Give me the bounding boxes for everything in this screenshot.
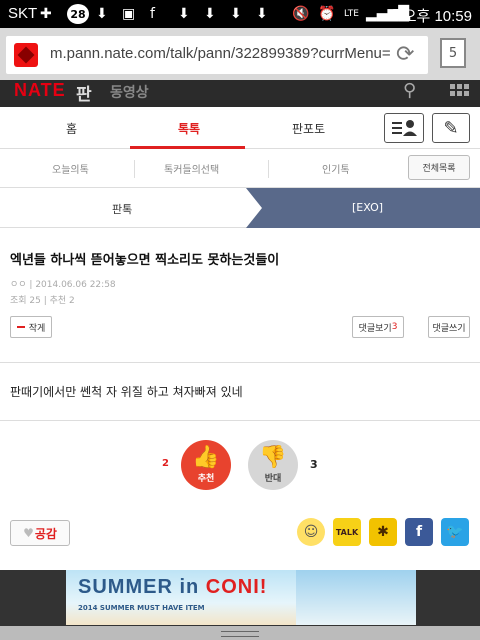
minus-icon <box>16 326 25 328</box>
site-header: NATE 판 동영상 ⚲ <box>0 80 480 107</box>
pencil-icon: ✎ <box>443 117 459 139</box>
write-button[interactable]: ✎ <box>432 113 470 143</box>
alarm-icon: ⏰ <box>318 6 336 22</box>
like-label: 공감 <box>34 526 57 541</box>
divider <box>134 160 135 178</box>
tab-talkers-choice[interactable]: 톡커들의선택 <box>164 161 219 176</box>
video-link[interactable]: 동영상 <box>110 82 149 102</box>
downvote-button[interactable]: 👎 반대 <box>248 440 298 490</box>
search-icon[interactable]: ⚲ <box>403 80 416 101</box>
font-size-button[interactable]: 작게 <box>10 316 52 338</box>
heart-icon: ♥ <box>23 526 34 540</box>
upvote-count: 2 <box>162 458 169 469</box>
lte-icon: LTE <box>344 9 359 19</box>
status-bar: SKT ✚ 28 ⬇ ▣ f ⬇ ⬇ ⬇ ⬇ 🔇 ⏰ LTE ▂▄▆█ ▯ 오후… <box>0 0 480 28</box>
thumbs-down-icon: 👎 <box>259 444 287 470</box>
twitter-share-icon[interactable]: 🐦 <box>441 518 469 546</box>
comment-count: 3 <box>391 322 398 332</box>
divider <box>268 160 269 178</box>
download-icon: ⬇ <box>204 6 216 22</box>
image-icon: ▣ <box>122 6 136 22</box>
ad-banner[interactable]: SUMMER in CONI! 2014 SUMMER MUST HAVE IT… <box>66 570 416 625</box>
tab-popular-talk[interactable]: 인기톡 <box>322 161 350 176</box>
kakaostory-share-icon[interactable]: ✱ <box>369 518 397 546</box>
reload-icon[interactable]: ⟳ <box>396 42 414 67</box>
view-comments-label: 댓글보기 <box>358 323 392 334</box>
sub-nav: 오늘의톡 톡커들의선택 인기톡 전체목록 <box>0 150 480 188</box>
plus-notification-icon: ✚ <box>40 6 52 22</box>
all-list-button[interactable]: 전체목록 <box>408 155 470 180</box>
post-stats: 조회 25 | 추천 2 <box>10 296 75 306</box>
emoticon-share-icon[interactable]: ☺ <box>297 518 325 546</box>
post-author-date: ㅇㅇ | 2014.06.06 22:58 <box>10 280 116 290</box>
grid-menu-icon[interactable] <box>450 84 469 102</box>
view-comments-button[interactable]: 댓글보기 3 <box>352 316 404 338</box>
pann-link[interactable]: 판 <box>76 80 92 105</box>
user-list-icon <box>392 120 417 136</box>
main-nav: 홈 톡톡 판포토 ✎ <box>0 107 480 149</box>
facebook-share-icon[interactable]: f <box>405 518 433 546</box>
thumbs-up-icon: 👍 <box>192 444 220 470</box>
ad-title: SUMMER in CONI! <box>78 576 267 599</box>
battery-icon: ▯ <box>392 6 400 22</box>
url-text[interactable]: m.pann.nate.com/talk/pann/322899389?curr… <box>50 45 390 62</box>
like-button[interactable]: ♥ 공감 <box>10 520 70 546</box>
upvote-label: 추천 <box>197 473 215 484</box>
drag-handle[interactable] <box>0 626 480 640</box>
nate-logo[interactable]: NATE <box>14 80 66 101</box>
divider <box>0 420 480 421</box>
carrier-label: SKT <box>8 5 38 22</box>
font-size-label: 작게 <box>28 323 46 334</box>
notification-count-badge: 28 <box>67 4 89 24</box>
divider <box>0 362 480 363</box>
breadcrumb-exo[interactable]: [EXO] <box>352 201 383 214</box>
downvote-count: 3 <box>310 458 318 471</box>
active-tab-indicator <box>130 146 245 149</box>
mute-icon: 🔇 <box>292 6 310 22</box>
browser-address-bar: m.pann.nate.com/talk/pann/322899389?curr… <box>0 28 480 80</box>
tab-talk[interactable]: 톡톡 <box>178 120 200 137</box>
profile-button[interactable] <box>384 113 424 143</box>
tab-pann-photo[interactable]: 판포토 <box>292 120 325 137</box>
facebook-icon: f <box>150 6 155 22</box>
download-icon: ⬇ <box>230 6 242 22</box>
download-icon: ⬇ <box>96 6 108 22</box>
ad-subtitle: 2014 SUMMER MUST HAVE ITEM <box>78 604 205 612</box>
url-field[interactable]: m.pann.nate.com/talk/pann/322899389?curr… <box>6 36 428 74</box>
site-favicon-icon <box>14 43 38 67</box>
downvote-label: 반대 <box>264 473 282 484</box>
clock: 오후 10:59 <box>402 8 472 25</box>
download-icon: ⬇ <box>256 6 268 22</box>
tab-home[interactable]: 홈 <box>66 120 77 137</box>
ad-photo <box>296 570 416 625</box>
tab-switcher-button[interactable]: 5 <box>440 38 466 68</box>
breadcrumb-pann-talk[interactable]: 판톡 <box>112 201 132 217</box>
ad-title-prefix: SUMMER in <box>78 576 206 598</box>
post-body: 판때기에서만 쎈척 자 위질 하고 쳐자빠져 있네 <box>10 385 243 399</box>
tab-today-talk[interactable]: 오늘의톡 <box>52 161 89 176</box>
ad-title-highlight: CONI! <box>205 576 268 598</box>
write-comment-button[interactable]: 댓글쓰기 <box>428 316 470 338</box>
upvote-button[interactable]: 👍 추천 <box>181 440 231 490</box>
download-icon: ⬇ <box>178 6 190 22</box>
kakaotalk-share-icon[interactable]: TALK <box>333 518 361 546</box>
post-title: 엑년들 하나씩 뜯어놓으면 찍소리도 못하는것들이 <box>10 253 280 268</box>
breadcrumb: 판톡 [EXO] <box>0 188 480 228</box>
